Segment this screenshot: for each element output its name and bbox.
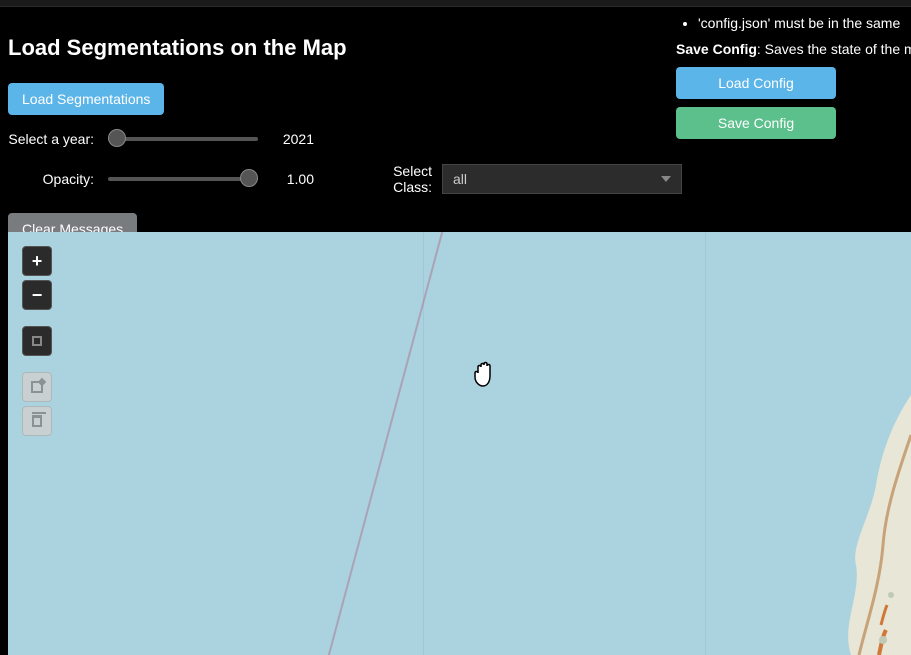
rectangle-icon: [32, 336, 42, 346]
opacity-slider-thumb[interactable]: [240, 169, 258, 187]
chevron-down-icon: [661, 176, 671, 182]
map-coastline: [791, 395, 911, 655]
config-panel: 'config.json' must be in the same Save C…: [676, 15, 911, 147]
header-panel: Load Segmentations on the Map Load Segme…: [0, 7, 911, 255]
opacity-label: Opacity:: [8, 171, 98, 187]
opacity-value: 1.00: [268, 171, 318, 187]
zoom-in-button[interactable]: +: [22, 246, 52, 276]
config-note: 'config.json' must be in the same: [698, 15, 911, 31]
trash-icon: [32, 415, 42, 427]
year-slider-thumb[interactable]: [108, 129, 126, 147]
class-select[interactable]: all: [442, 164, 682, 194]
delete-shape-button[interactable]: [22, 406, 52, 436]
opacity-control-row: Opacity: 1.00 Select Class: all: [8, 163, 903, 195]
year-slider[interactable]: [108, 129, 258, 149]
load-segmentations-button[interactable]: Load Segmentations: [8, 83, 164, 115]
draw-rectangle-button[interactable]: [22, 326, 52, 356]
grab-cursor-icon: [468, 358, 500, 390]
save-config-button[interactable]: Save Config: [676, 107, 836, 139]
year-value: 2021: [268, 131, 318, 147]
class-label: Select Class:: [352, 163, 432, 195]
zoom-out-button[interactable]: −: [22, 280, 52, 310]
class-select-value: all: [453, 171, 467, 187]
tile-border: [705, 232, 706, 655]
edit-shape-button[interactable]: [22, 372, 52, 402]
map-toolbar: + −: [22, 246, 52, 440]
load-config-button[interactable]: Load Config: [676, 67, 836, 99]
map-view[interactable]: + −: [8, 232, 911, 655]
year-label: Select a year:: [8, 131, 98, 147]
save-config-description: Save Config: Saves the state of the m: [676, 41, 911, 57]
app-topbar: [0, 0, 911, 7]
map-feature-line: [261, 232, 470, 655]
edit-icon: [31, 381, 43, 393]
opacity-slider[interactable]: [108, 169, 258, 189]
